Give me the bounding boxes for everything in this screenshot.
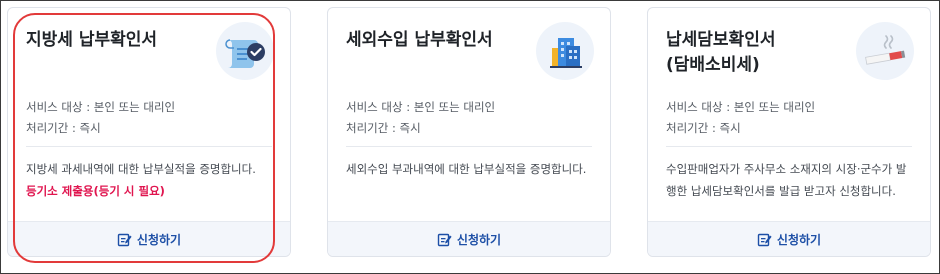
card-meta: 서비스 대상 : 본인 또는 대리인 처리기간 : 즉시: [346, 97, 495, 139]
service-target: 서비스 대상 : 본인 또는 대리인: [346, 100, 496, 114]
apply-label: 신청하기: [776, 232, 822, 247]
card-local-tax-payment-certificate: 지방세 납부확인서 서비스 대상 : 본인 또는 대리인 처리기간 : 즉시 지…: [7, 7, 291, 257]
service-card-list: 지방세 납부확인서 서비스 대상 : 본인 또는 대리인 처리기간 : 즉시 지…: [0, 0, 940, 274]
apply-button[interactable]: 신청하기: [648, 221, 930, 256]
building-icon: [536, 22, 594, 80]
description-text: 세외수입 부과내역에 대한 납부실적을 증명합니다.: [346, 162, 587, 176]
divider: [346, 146, 592, 147]
card-title: 세외수입 납부확인서: [346, 30, 493, 50]
description-text: 수입판매업자가 주사무소 소재지의 시장·군수가 발행한 납세담보확인서를 발급…: [666, 162, 907, 198]
card-title: 지방세 납부확인서: [26, 30, 158, 50]
card-description: 수입판매업자가 주사무소 소재지의 시장·군수가 발행한 납세담보확인서를 발급…: [666, 158, 916, 202]
apply-label: 신청하기: [456, 232, 502, 247]
apply-button[interactable]: 신청하기: [8, 221, 290, 256]
card-title: 납세담보확인서 (담배소비세): [666, 30, 776, 75]
processing-period: 처리기간 : 즉시: [26, 121, 101, 135]
card-meta: 서비스 대상 : 본인 또는 대리인 처리기간 : 즉시: [666, 97, 815, 139]
cigarette-icon: [856, 22, 914, 80]
processing-period: 처리기간 : 즉시: [346, 121, 421, 135]
card-non-tax-revenue-payment-certificate: 세외수입 납부확인서 서비스 대상 : 본인 또는 대리인 처리기간 : 즉시: [327, 7, 611, 257]
apply-label: 신청하기: [136, 232, 182, 247]
edit-form-icon: [437, 233, 452, 246]
card-description: 지방세 과세내역에 대한 납부실적을 증명합니다. 등기소 제출용(등기 시 필…: [26, 158, 276, 202]
registry-note: 등기소 제출용(등기 시 필요): [26, 184, 165, 198]
apply-button[interactable]: 신청하기: [328, 221, 610, 256]
divider: [26, 146, 272, 147]
service-target: 서비스 대상 : 본인 또는 대리인: [666, 100, 816, 114]
processing-period: 처리기간 : 즉시: [666, 121, 741, 135]
document-scroll-check-icon: [216, 22, 274, 80]
card-description: 세외수입 부과내역에 대한 납부실적을 증명합니다.: [346, 158, 596, 180]
edit-form-icon: [117, 233, 132, 246]
card-meta: 서비스 대상 : 본인 또는 대리인 처리기간 : 즉시: [26, 97, 175, 139]
edit-form-icon: [757, 233, 772, 246]
card-tax-collateral-certificate: 납세담보확인서 (담배소비세) 서비스 대상 : 본인 또는 대리인 처리기간 …: [647, 7, 931, 257]
service-target: 서비스 대상 : 본인 또는 대리인: [26, 100, 176, 114]
description-text: 지방세 과세내역에 대한 납부실적을 증명합니다.: [26, 162, 256, 176]
divider: [666, 146, 912, 147]
